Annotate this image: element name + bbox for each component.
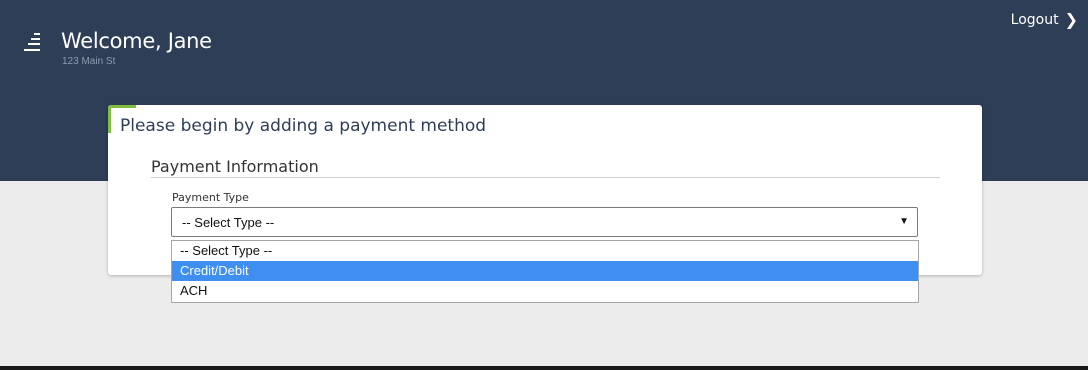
- logout-link[interactable]: Logout ❯: [1010, 10, 1078, 29]
- chevron-right-icon: ❯: [1064, 10, 1078, 29]
- user-address: 123 Main St: [62, 56, 116, 67]
- menu-icon[interactable]: [24, 33, 40, 51]
- card-accent: [108, 105, 111, 133]
- section-divider: [151, 177, 940, 178]
- payment-type-label: Payment Type: [172, 191, 249, 204]
- option-select-type[interactable]: -- Select Type --: [172, 241, 918, 261]
- payment-type-dropdown: -- Select Type -- Credit/Debit ACH: [171, 240, 919, 303]
- dropdown-arrow-icon: ▼: [899, 216, 909, 227]
- payment-type-selected: -- Select Type --: [182, 215, 275, 230]
- card-accent-top: [108, 105, 136, 108]
- card-title: Please begin by adding a payment method: [120, 116, 487, 136]
- section-title: Payment Information: [151, 157, 319, 176]
- payment-type-select[interactable]: -- Select Type -- ▼: [171, 207, 918, 237]
- option-ach[interactable]: ACH: [172, 281, 918, 301]
- option-credit-debit[interactable]: Credit/Debit: [172, 261, 918, 281]
- welcome-heading: Welcome, Jane: [61, 29, 212, 53]
- bottom-border: [0, 366, 1088, 370]
- logout-label: Logout: [1010, 12, 1059, 28]
